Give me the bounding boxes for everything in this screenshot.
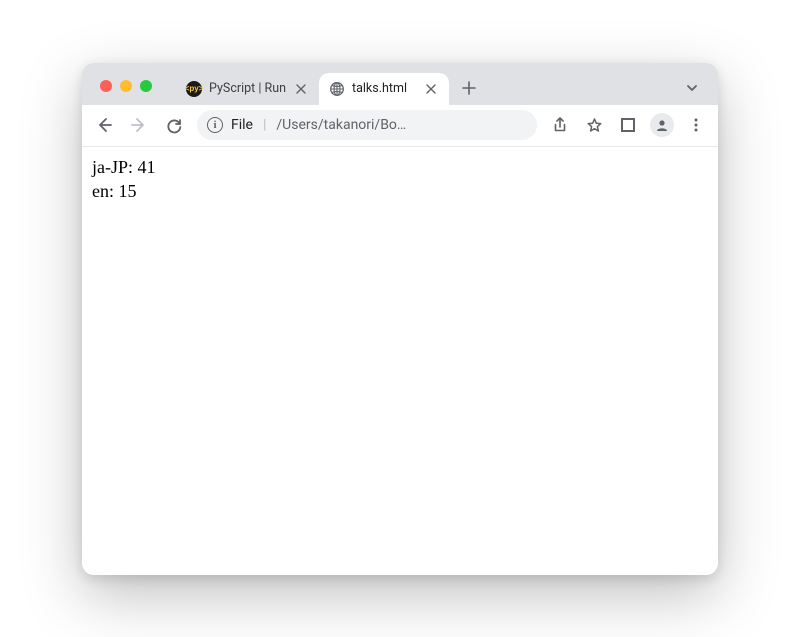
profile-button[interactable] bbox=[646, 109, 678, 141]
url-path: /Users/takanori/Bo… bbox=[276, 117, 529, 133]
tab-strip: <py> PyScript | Run talks.html bbox=[82, 63, 718, 105]
lang-label: ja-JP bbox=[92, 157, 128, 177]
close-tab-button[interactable] bbox=[293, 81, 309, 97]
minimize-window-button[interactable] bbox=[120, 80, 132, 92]
pyscript-favicon: <py> bbox=[186, 81, 202, 97]
browser-window: <py> PyScript | Run talks.html bbox=[82, 63, 718, 575]
side-panel-button[interactable] bbox=[612, 109, 644, 141]
traffic-lights bbox=[90, 80, 152, 92]
tab-pyscript[interactable]: <py> PyScript | Run bbox=[176, 73, 319, 105]
content-line: ja-JP: 41 bbox=[92, 155, 708, 179]
bookmark-button[interactable] bbox=[578, 109, 610, 141]
content-line: en: 15 bbox=[92, 179, 708, 203]
maximize-window-button[interactable] bbox=[140, 80, 152, 92]
square-icon bbox=[621, 118, 635, 132]
tab-talks[interactable]: talks.html bbox=[319, 73, 449, 105]
avatar-icon bbox=[650, 113, 674, 137]
tab-overflow-button[interactable] bbox=[678, 74, 706, 102]
toolbar-right bbox=[544, 109, 712, 141]
toolbar: i File | /Users/takanori/Bo… bbox=[82, 105, 718, 147]
url-separator: | bbox=[263, 117, 266, 133]
globe-icon bbox=[329, 81, 345, 97]
close-window-button[interactable] bbox=[100, 80, 112, 92]
lang-value: 41 bbox=[138, 157, 156, 177]
lang-value: 15 bbox=[119, 181, 137, 201]
page-content: ja-JP: 41 en: 15 bbox=[82, 147, 718, 575]
new-tab-button[interactable] bbox=[455, 74, 483, 102]
url-scheme: File bbox=[231, 117, 253, 133]
reload-button[interactable] bbox=[158, 109, 190, 141]
site-info-icon[interactable]: i bbox=[207, 117, 223, 133]
lang-label: en bbox=[92, 181, 109, 201]
tab-title: talks.html bbox=[352, 81, 416, 96]
tabs: <py> PyScript | Run talks.html bbox=[176, 63, 678, 105]
tab-title: PyScript | Run bbox=[209, 81, 286, 96]
close-tab-button[interactable] bbox=[423, 81, 439, 97]
forward-button[interactable] bbox=[123, 109, 155, 141]
address-bar[interactable]: i File | /Users/takanori/Bo… bbox=[197, 110, 537, 140]
back-button[interactable] bbox=[88, 109, 120, 141]
share-button[interactable] bbox=[544, 109, 576, 141]
menu-button[interactable] bbox=[680, 109, 712, 141]
